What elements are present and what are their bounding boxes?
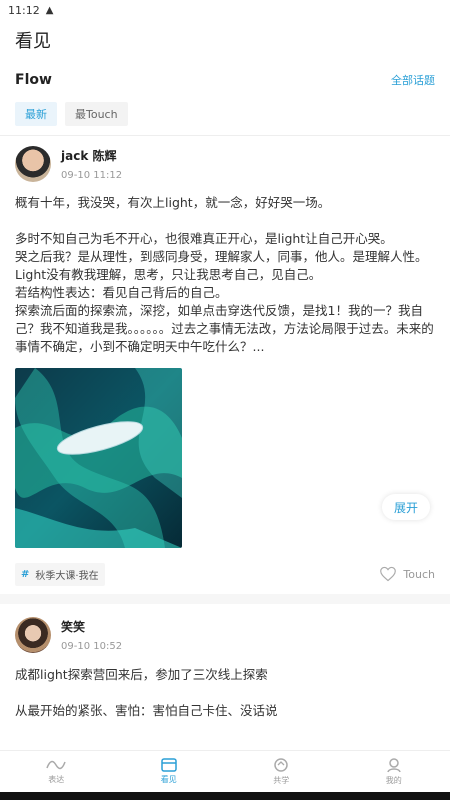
warning-icon: ▲ (45, 4, 54, 16)
avatar[interactable] (15, 146, 51, 182)
post-footer: # 秋季大课·我在 Touch (15, 554, 435, 594)
cards-icon (161, 758, 177, 772)
post-content[interactable]: 概有十年，我没哭，有次上light，就一念，好好哭一场。 多时不知自己为毛不开心… (15, 194, 435, 356)
nav-item-me[interactable]: 我的 (338, 751, 450, 792)
post-separator (0, 594, 450, 604)
all-topics-link[interactable]: 全部话题 (391, 72, 435, 88)
wave-icon (46, 760, 66, 770)
tab-most-touch[interactable]: 最Touch (65, 102, 128, 126)
topic-tag[interactable]: # 秋季大课·我在 (15, 562, 105, 586)
hash-icon: # (21, 568, 30, 580)
nav-label: 看见 (160, 775, 177, 784)
system-nav-strip (0, 792, 450, 800)
topic-tag-label: 秋季大课·我在 (35, 570, 99, 582)
post-header: 笑笑 09-10 10:52 (15, 604, 435, 666)
touch-button[interactable]: Touch (379, 566, 435, 582)
post-author[interactable]: jack 陈辉 (61, 147, 122, 164)
post-paragraph: 概有十年，我没哭，有次上light，就一念，好好哭一场。 (15, 195, 331, 210)
abstract-art-image (15, 368, 182, 548)
page-title: 看见 (15, 31, 51, 52)
person-icon (387, 758, 401, 773)
post-paragraph: 多时不知自己为毛不开心，也很难真正开心，是light让自己开心哭。 哭之后我？是… (15, 231, 434, 354)
nav-label: 表达 (48, 775, 65, 784)
post-card[interactable]: 笑笑 09-10 10:52 成都light探索营回来后，参加了三次线上探索 从… (0, 604, 450, 720)
nav-label: 我的 (385, 776, 402, 785)
flow-header: Flow 全部话题 (0, 62, 450, 98)
expand-button[interactable]: 展开 (381, 494, 430, 520)
post-paragraph: 成都light探索营回来后，参加了三次线上探索 (15, 667, 268, 682)
sort-tabs: 最新 最Touch (0, 102, 450, 126)
nav-item-see[interactable]: 看见 (113, 751, 226, 792)
post-header: jack 陈辉 09-10 11:12 (15, 136, 435, 192)
post-content[interactable]: 成都light探索营回来后，参加了三次线上探索 从最开始的紧张、害怕：害怕自己卡… (15, 666, 435, 720)
post-card[interactable]: jack 陈辉 09-10 11:12 概有十年，我没哭，有次上light，就一… (0, 136, 450, 594)
post-author[interactable]: 笑笑 (61, 618, 122, 635)
cycle-icon (274, 758, 288, 772)
avatar[interactable] (15, 617, 51, 653)
flow-title: Flow (15, 72, 52, 88)
status-bar: 11:12 ▲ (0, 0, 450, 20)
post-paragraph: 从最开始的紧张、害怕：害怕自己卡住、没话说 (15, 703, 278, 718)
post-time: 09-10 11:12 (61, 170, 123, 181)
status-time: 11:12 (8, 3, 40, 17)
post-image[interactable] (15, 368, 182, 548)
nav-item-colearn[interactable]: 共学 (225, 751, 338, 792)
nav-item-express[interactable]: 表达 (0, 751, 113, 792)
tab-latest[interactable]: 最新 (15, 102, 57, 126)
nav-label: 共学 (273, 776, 290, 785)
touch-label: Touch (403, 567, 435, 581)
bottom-nav: 表达 看见 共学 我的 (0, 750, 450, 792)
heart-icon (380, 566, 397, 582)
post-time: 09-10 10:52 (61, 641, 123, 652)
